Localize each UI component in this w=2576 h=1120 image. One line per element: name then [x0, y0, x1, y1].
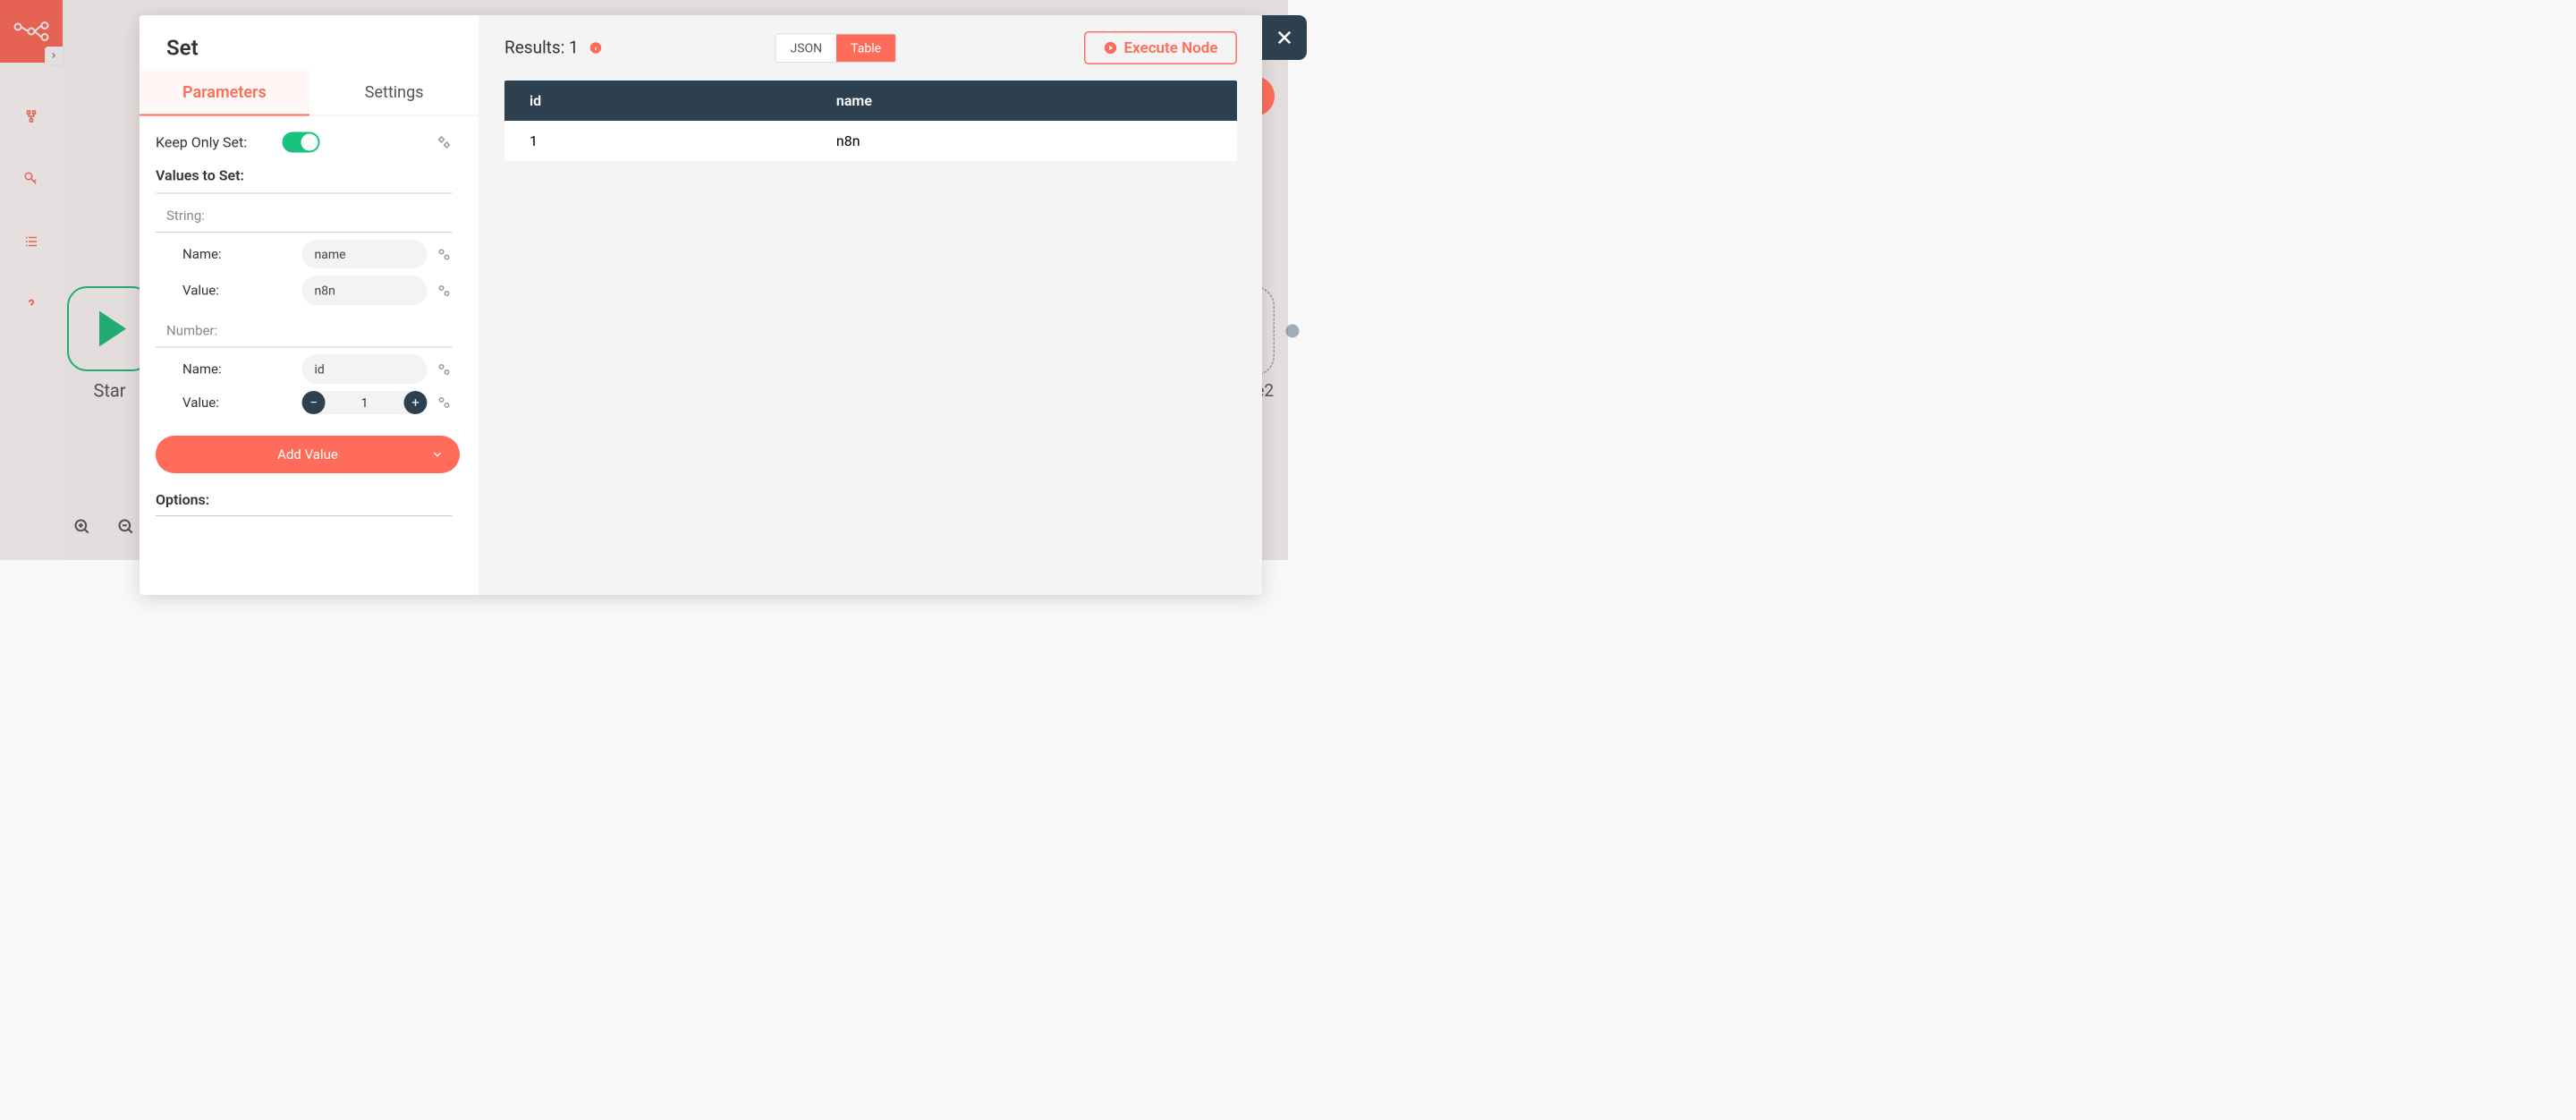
execute-node-button[interactable]: Execute Node [1084, 31, 1237, 64]
string-section-header: String: [156, 208, 453, 233]
gear-icon [436, 134, 453, 150]
number-value-label: Value: [182, 395, 293, 411]
cell-name: n8n [811, 121, 1237, 161]
node-output-panel: Results: 1 JSON Table Execute Node id na… [479, 15, 1262, 595]
gear-icon [436, 283, 453, 299]
info-icon[interactable] [589, 41, 603, 55]
close-icon [1274, 27, 1296, 49]
number-section-header: Number: [156, 323, 453, 348]
view-mode-toggle: JSON Table [775, 33, 896, 63]
keep-only-set-options-button[interactable] [436, 134, 453, 150]
gear-icon [436, 246, 453, 262]
table-row[interactable]: 1 n8n [504, 121, 1237, 161]
number-value-display: 1 [326, 395, 404, 411]
string-name-label: Name: [182, 247, 293, 263]
gear-icon [436, 395, 453, 411]
tab-parameters[interactable]: Parameters [140, 71, 309, 116]
string-value-label: Value: [182, 283, 293, 299]
column-header-id[interactable]: id [504, 81, 811, 121]
node-editor-modal: Set Parameters Settings Keep Only Set: V… [140, 15, 1262, 595]
number-name-input[interactable] [302, 355, 428, 385]
string-value-options-button[interactable] [436, 283, 453, 299]
number-value-options-button[interactable] [436, 395, 453, 411]
number-name-label: Name: [182, 361, 293, 378]
zoom-out-button[interactable] [115, 516, 137, 538]
column-header-name[interactable]: name [811, 81, 1237, 121]
results-count: Results: 1 [504, 38, 579, 58]
results-table: id name 1 n8n [504, 81, 1237, 162]
increment-button[interactable]: + [404, 391, 428, 414]
number-value-stepper[interactable]: − 1 + [302, 391, 428, 414]
tabs: Parameters Settings [140, 71, 479, 116]
zoom-in-icon [73, 518, 91, 536]
values-to-set-header: Values to Set: [156, 167, 453, 194]
options-header: Options: [156, 491, 453, 516]
play-circle-icon [1104, 41, 1118, 55]
keep-only-set-toggle[interactable] [283, 132, 320, 153]
tab-settings[interactable]: Settings [309, 71, 479, 115]
decrement-button[interactable]: − [302, 391, 326, 414]
keep-only-set-label: Keep Only Set: [156, 134, 247, 151]
zoom-out-icon [117, 518, 135, 536]
view-json-button[interactable]: JSON [775, 34, 836, 62]
gear-icon [436, 361, 453, 378]
string-name-input[interactable] [302, 240, 428, 269]
cell-id: 1 [504, 121, 811, 161]
string-name-options-button[interactable] [436, 246, 453, 262]
number-name-options-button[interactable] [436, 361, 453, 378]
view-table-button[interactable]: Table [836, 34, 895, 62]
node-parameters-panel: Set Parameters Settings Keep Only Set: V… [140, 15, 479, 595]
node-title: Set [140, 15, 479, 71]
add-value-button[interactable]: Add Value [156, 436, 460, 473]
chevron-down-icon [431, 448, 444, 461]
zoom-in-button[interactable] [72, 516, 93, 538]
close-modal-button[interactable] [1262, 15, 1307, 60]
string-value-input[interactable] [302, 276, 428, 306]
